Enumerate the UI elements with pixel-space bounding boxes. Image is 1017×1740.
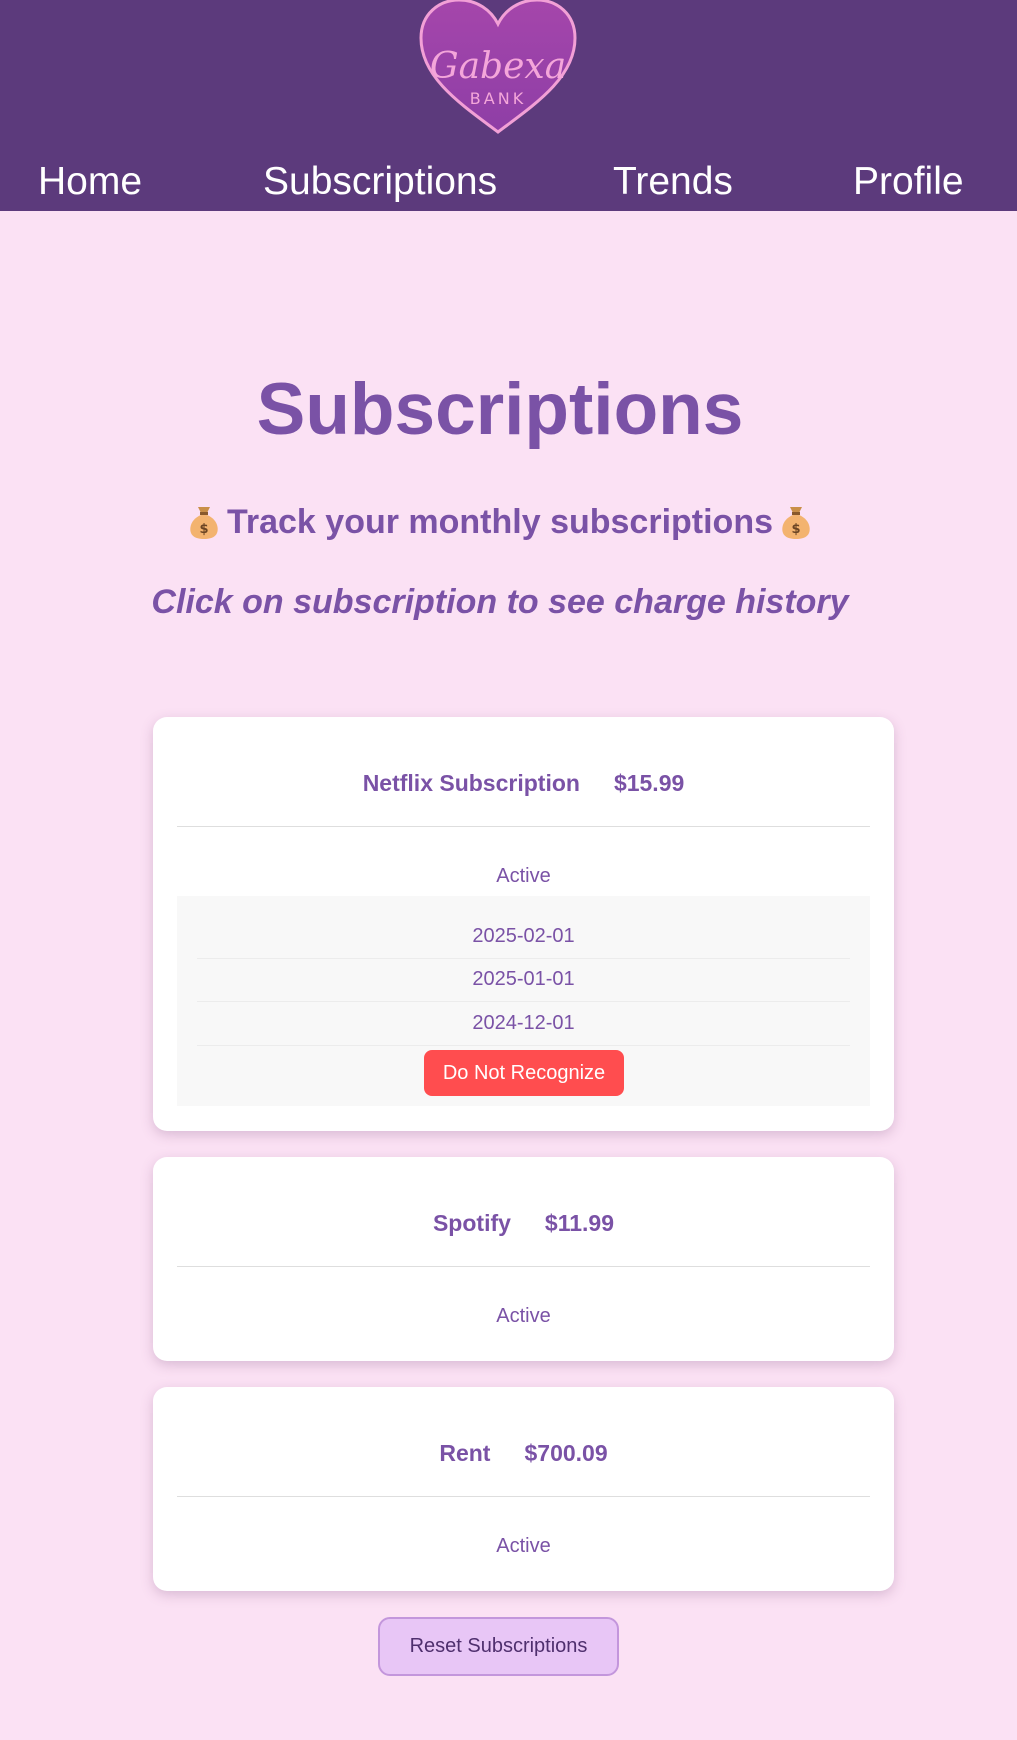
subscription-header: Netflix Subscription $15.99	[177, 717, 870, 827]
charge-history: 2025-02-01 2025-01-01 2024-12-01 Do Not …	[177, 896, 870, 1106]
subtitle: $ Track your monthly subscriptions $	[0, 496, 1000, 548]
nav-home[interactable]: Home	[38, 158, 142, 206]
subscription-name: Netflix Subscription	[362, 770, 580, 796]
heart-logo-icon: Gabexa BANK	[419, 0, 577, 134]
subscription-amount: $700.09	[524, 1440, 608, 1466]
bank-logo[interactable]: Gabexa BANK	[417, 0, 579, 136]
top-header: Gabexa BANK Home Subscriptions Trends Pr…	[0, 0, 1017, 211]
money-bag-icon: $	[782, 507, 810, 540]
subscription-name: Spotify	[432, 1210, 511, 1236]
subscription-status: Active	[496, 1535, 551, 1557]
instruction-text: Click on subscription to see charge hist…	[151, 583, 849, 621]
subscription-status: Active	[496, 1305, 551, 1327]
history-row: 2025-02-01	[197, 915, 850, 959]
history-row: 2024-12-01	[197, 1002, 850, 1046]
money-bag-icon: $	[190, 507, 218, 540]
subscription-header: Rent $700.09	[177, 1387, 870, 1497]
subscription-card-netflix[interactable]: Netflix Subscription $15.99 Active 2025-0…	[153, 717, 894, 1131]
logo-subtext: BANK	[470, 89, 526, 108]
logo-text: Gabexa	[430, 46, 566, 87]
do-not-recognize-button[interactable]: Do Not Recognize	[424, 1050, 624, 1096]
nav-subscriptions[interactable]: Subscriptions	[263, 158, 497, 206]
subscription-card-rent[interactable]: Rent $700.09 Active	[153, 1387, 894, 1591]
subscription-amount: $15.99	[613, 770, 685, 796]
subscription-amount: $11.99	[544, 1210, 615, 1236]
nav-trends[interactable]: Trends	[613, 158, 733, 206]
svg-text:$: $	[199, 522, 208, 537]
svg-text:$: $	[791, 522, 800, 537]
subscription-name: Rent	[439, 1440, 491, 1466]
history-row: 2025-01-01	[197, 958, 850, 1002]
page-title: Subscriptions	[256, 369, 744, 450]
nav-profile[interactable]: Profile	[853, 158, 964, 206]
subscription-header: Spotify $11.99	[177, 1157, 870, 1267]
subscription-card-spotify[interactable]: Spotify $11.99 Active	[153, 1157, 894, 1361]
subscription-status: Active	[496, 865, 551, 887]
reset-subscriptions-button[interactable]: Reset Subscriptions	[378, 1617, 619, 1676]
main-nav: Home Subscriptions Trends Profile	[0, 158, 1017, 206]
subtitle-text: Track your monthly subscriptions	[226, 503, 773, 541]
